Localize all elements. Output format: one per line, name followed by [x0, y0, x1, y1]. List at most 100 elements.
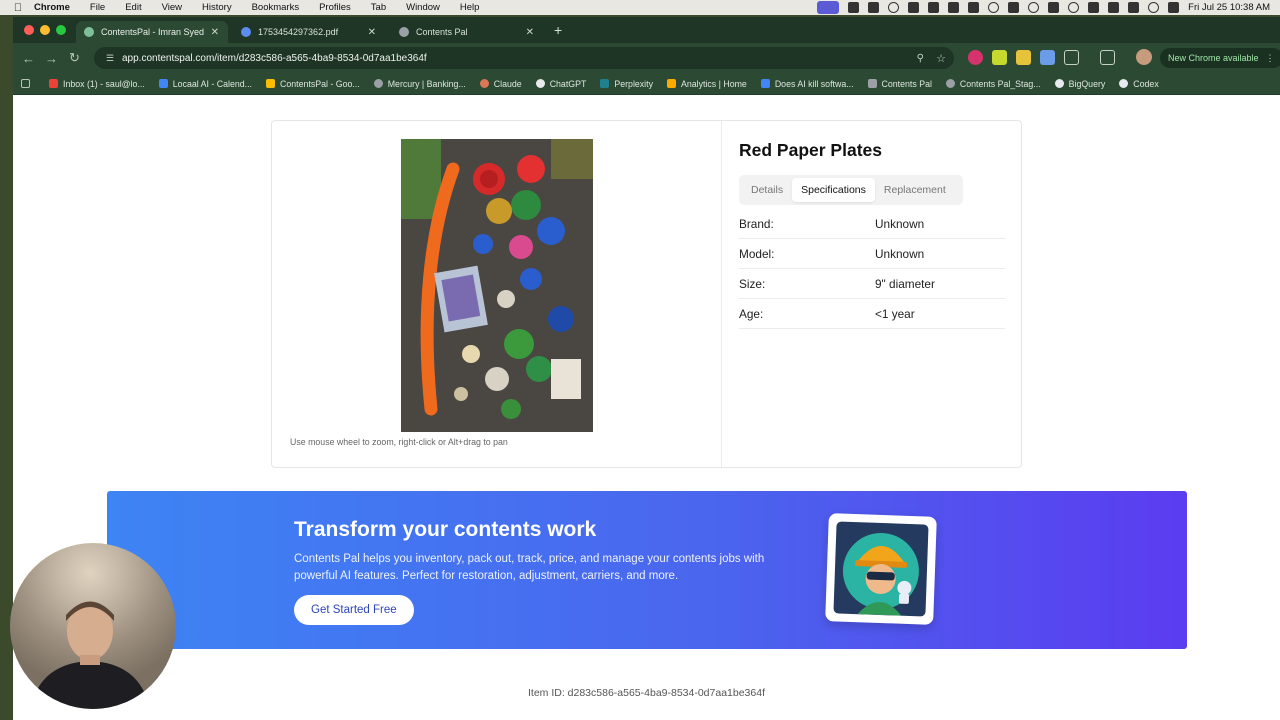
more-menu-icon[interactable]: ⋮ [1266, 53, 1275, 64]
docs-icon [760, 79, 770, 88]
zoom-pan-hint: Use mouse wheel to zoom, right-click or … [290, 437, 508, 447]
minimize-window-icon[interactable] [40, 25, 50, 35]
bookmark-item[interactable]: Locaal AI - Calend... [158, 78, 253, 89]
spec-label: Size: [739, 276, 766, 291]
bookmark-label: Locaal AI - Calend... [172, 78, 253, 89]
tab-replacement[interactable]: Replacement [875, 178, 955, 202]
close-window-icon[interactable] [24, 25, 34, 35]
item-tabs: Details Specifications Replacement [739, 175, 963, 205]
bookmark-item[interactable]: Mercury | Banking... [373, 79, 466, 89]
bookmark-item[interactable]: ContentsPal - Goo... [266, 79, 360, 89]
bluetooth-icon[interactable] [1048, 2, 1060, 13]
menu-app-name[interactable]: Chrome [34, 2, 70, 13]
search-icon[interactable] [1148, 2, 1160, 13]
wifi-icon[interactable] [1108, 2, 1120, 13]
bookmark-item[interactable]: Analytics | Home [666, 78, 747, 89]
control-center-icon[interactable] [1168, 2, 1180, 13]
bookmark-item[interactable]: Contents Pal_Stag... [945, 79, 1041, 89]
bookmark-item[interactable]: BigQuery [1054, 79, 1105, 89]
record-icon[interactable] [888, 2, 900, 13]
bookmark-item[interactable]: Perplexity [600, 79, 653, 89]
bookmark-label: Analytics | Home [680, 78, 747, 89]
bookmark-item[interactable]: Claude [479, 78, 522, 89]
menu-help[interactable]: Help [460, 2, 480, 13]
item-photo[interactable] [401, 139, 593, 432]
back-icon[interactable]: ← [17, 51, 40, 66]
new-chrome-available-button[interactable]: New Chrome available ⋮ [1160, 48, 1280, 68]
bookmark-label: Inbox (1) - saul@lo... [63, 78, 145, 89]
get-started-button[interactable]: Get Started Free [294, 595, 414, 625]
reload-icon[interactable]: ↻ [63, 50, 86, 66]
bookmark-label: ContentsPal - Goo... [280, 78, 360, 89]
notion-icon[interactable] [968, 2, 980, 13]
profile-avatar[interactable] [1136, 49, 1152, 65]
bookmark-item[interactable]: Does AI kill softwa... [760, 79, 854, 89]
menu-view[interactable]: View [162, 2, 182, 13]
zoom-window-icon[interactable] [56, 25, 66, 35]
screen-recording-icon[interactable] [817, 1, 840, 14]
play-icon[interactable] [1068, 2, 1080, 13]
banner-heading: Transform your contents work [294, 518, 597, 541]
app-icon[interactable] [908, 2, 920, 13]
extension-icon[interactable] [968, 50, 983, 65]
bookmark-label: ChatGPT [549, 78, 587, 89]
address-bar[interactable]: ☰ app.contentspal.com/item/d283c586-a565… [94, 47, 954, 69]
menu-tab[interactable]: Tab [371, 2, 386, 13]
menu-file[interactable]: File [90, 2, 105, 13]
bookmark-item[interactable]: Codex [1119, 79, 1159, 89]
bookmark-label: Claude [493, 78, 522, 89]
grammarly-icon[interactable] [1008, 2, 1020, 13]
close-tab-icon[interactable]: ✕ [526, 27, 534, 38]
menu-profiles[interactable]: Profiles [319, 2, 351, 13]
site-info-icon[interactable]: ☰ [98, 53, 122, 64]
bookmark-item[interactable]: ChatGPT [535, 78, 587, 89]
page-content: Use mouse wheel to zoom, right-click or … [13, 95, 1280, 720]
bookmark-star-icon[interactable]: ☆ [936, 52, 946, 65]
tab-contents-pal[interactable]: Contents Pal ✕ [391, 21, 543, 43]
contentspal-icon [867, 79, 877, 88]
extensions-puzzle-icon[interactable] [1064, 50, 1079, 65]
browser-toolbar: ← → ↻ ☰ app.contentspal.com/item/d283c58… [13, 43, 1280, 73]
close-tab-icon[interactable]: ✕ [211, 27, 219, 38]
close-tab-icon[interactable]: ✕ [368, 27, 376, 38]
bookmark-item[interactable]: Inbox (1) - saul@lo... [49, 79, 145, 89]
mercury-icon [373, 79, 383, 88]
menu-window[interactable]: Window [406, 2, 440, 13]
battery-icon[interactable] [1088, 2, 1100, 13]
bookmark-item[interactable]: Contents Pal [867, 79, 932, 89]
calculator-icon[interactable] [948, 2, 960, 13]
spec-value: 9" diameter [875, 276, 935, 291]
apps-grid-icon[interactable] [21, 79, 35, 88]
extension-icon[interactable] [1016, 50, 1031, 65]
tab-contentspal-imran[interactable]: ContentsPal - Imran Syed - In ✕ [76, 21, 228, 43]
side-panel-icon[interactable] [1100, 50, 1115, 65]
mascot-image [833, 521, 929, 617]
zoom-icon[interactable]: ⚲ [917, 53, 924, 64]
claude-icon [479, 79, 489, 88]
tab-favicon [84, 27, 94, 37]
browser-window: ContentsPal - Imran Syed - In ✕ 17534542… [13, 17, 1280, 720]
clock-icon[interactable] [1028, 2, 1040, 13]
tab-favicon [241, 27, 251, 37]
apple-icon[interactable]:  [12, 2, 24, 14]
menu-clock[interactable]: Fri Jul 25 10:38 AM [1188, 2, 1270, 13]
vimeo-icon[interactable] [868, 2, 880, 13]
url-text[interactable]: app.contentspal.com/item/d283c586-a565-4… [122, 53, 427, 64]
menu-history[interactable]: History [202, 2, 232, 13]
webcam-person [30, 601, 150, 709]
forward-icon[interactable]: → [40, 51, 63, 66]
new-tab-icon[interactable]: + [554, 22, 562, 38]
menu-bookmarks[interactable]: Bookmarks [252, 2, 300, 13]
extension-icon[interactable] [992, 50, 1007, 65]
tab-pdf[interactable]: 1753454297362.pdf ✕ [233, 21, 385, 43]
notes-icon[interactable] [848, 2, 860, 13]
keyboard-icon[interactable] [1128, 2, 1140, 13]
tab-specifications[interactable]: Specifications [792, 178, 875, 202]
window-controls [24, 25, 66, 35]
extension-icon[interactable] [1040, 50, 1055, 65]
status-icons: Fri Jul 25 10:38 AM [817, 0, 1270, 15]
tab-details[interactable]: Details [742, 178, 792, 202]
menu-edit[interactable]: Edit [125, 2, 141, 13]
sync-icon[interactable] [988, 2, 1000, 13]
dropbox-icon[interactable] [928, 2, 940, 13]
